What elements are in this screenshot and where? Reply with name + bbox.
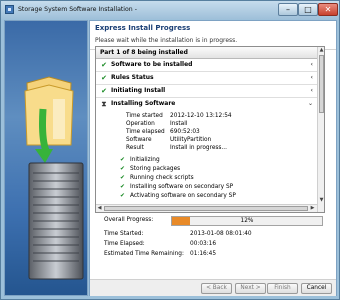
detail-time-elapsed: Time elapsed 690:52:03 bbox=[126, 129, 200, 135]
minimize-button[interactable]: – bbox=[278, 3, 298, 16]
detail-software: Software UtilityPartition bbox=[126, 137, 211, 143]
wizard-side-banner bbox=[4, 20, 88, 296]
vertical-scrollbar[interactable]: ▲ ▼ bbox=[317, 47, 324, 212]
time-started-label: Time Started: bbox=[104, 231, 144, 237]
wizard-footer: < Back Next > Finish Cancel bbox=[90, 279, 336, 296]
task-label: Running check scripts bbox=[130, 175, 194, 181]
check-icon: ✔ bbox=[120, 193, 125, 199]
wizard-content: Express Install Progress Please wait whi… bbox=[89, 20, 337, 296]
scroll-up-icon[interactable]: ▲ bbox=[318, 47, 324, 54]
detail-value: UtilityPartition bbox=[170, 137, 212, 143]
page-title: Express Install Progress bbox=[95, 24, 191, 32]
finish-button[interactable]: Finish bbox=[267, 283, 298, 294]
title-bar: Storage System Software Installation - –… bbox=[1, 1, 339, 19]
detail-operation: Operation Install bbox=[126, 121, 187, 127]
chevron-icon[interactable]: ‹ bbox=[311, 85, 313, 97]
scroll-right-icon[interactable]: ▶ bbox=[309, 205, 316, 212]
check-icon: ✔ bbox=[101, 61, 107, 69]
chevron-icon[interactable]: ⌄ bbox=[308, 98, 313, 110]
window-title: Storage System Software Installation - bbox=[18, 6, 137, 13]
cancel-button[interactable]: Cancel bbox=[301, 283, 332, 294]
task-storing-packages: ✔ Storing packages bbox=[120, 166, 180, 172]
check-icon: ✔ bbox=[101, 87, 107, 95]
check-icon: ✔ bbox=[120, 175, 125, 181]
detail-key: Time elapsed bbox=[126, 129, 165, 135]
check-icon: ✔ bbox=[120, 184, 125, 190]
page-subtitle: Please wait while the installation is in… bbox=[95, 37, 238, 44]
chevron-icon[interactable]: ‹ bbox=[311, 72, 313, 84]
step-software-to-be-installed[interactable]: ✔ Software to be installed ‹ bbox=[96, 59, 317, 71]
detail-key: Operation bbox=[126, 121, 155, 127]
detail-value: Install in progress... bbox=[170, 145, 227, 151]
hourglass-icon: ⧗ bbox=[101, 100, 107, 108]
task-label: Storing packages bbox=[130, 166, 181, 172]
step-label: Rules Status bbox=[111, 74, 154, 81]
detail-value: 2012-12-10 13:12:54 bbox=[170, 113, 232, 119]
horizontal-scrollbar[interactable]: ◀ ▶ bbox=[96, 204, 317, 212]
vertical-scroll-thumb[interactable] bbox=[319, 55, 324, 113]
close-button[interactable]: ✕ bbox=[318, 3, 338, 16]
step-label: Initiating Install bbox=[111, 87, 166, 94]
time-remaining-value: 01:16:45 bbox=[190, 251, 217, 257]
app-icon bbox=[5, 5, 14, 14]
task-running-check-scripts: ✔ Running check scripts bbox=[120, 175, 194, 181]
detail-value: 690:52:03 bbox=[170, 129, 200, 135]
installer-window: Storage System Software Installation - –… bbox=[0, 0, 340, 300]
step-initiating-install[interactable]: ✔ Initiating Install ‹ bbox=[96, 85, 317, 97]
task-installing-secondary-sp: ✔ Installing software on secondary SP bbox=[120, 184, 233, 190]
install-steps-panel[interactable]: Part 1 of 8 being installed ✔ Software t… bbox=[95, 46, 325, 213]
detail-result: Result Install in progress... bbox=[126, 145, 227, 151]
task-label: Installing software on secondary SP bbox=[130, 184, 234, 190]
task-label: Initializing bbox=[130, 157, 160, 163]
detail-key: Result bbox=[126, 145, 144, 151]
step-label: Software to be installed bbox=[111, 61, 193, 68]
install-illustration bbox=[24, 76, 84, 280]
step-installing-software[interactable]: ⧗ Installing Software ⌄ bbox=[96, 98, 317, 110]
check-icon: ✔ bbox=[120, 157, 125, 163]
detail-key: Software bbox=[126, 137, 152, 143]
scroll-left-icon[interactable]: ◀ bbox=[96, 205, 103, 212]
scroll-down-icon[interactable]: ▼ bbox=[318, 197, 324, 204]
check-icon: ✔ bbox=[120, 166, 125, 172]
detail-value: Install bbox=[170, 121, 188, 127]
time-started-value: 2013-01-08 08:01:40 bbox=[190, 231, 252, 237]
task-activating-secondary-sp: ✔ Activating software on secondary SP bbox=[120, 193, 236, 199]
time-elapsed-value: 00:03:16 bbox=[190, 241, 217, 247]
next-button[interactable]: Next > bbox=[235, 283, 266, 294]
detail-time-started: Time started 2012-12-10 13:12:54 bbox=[126, 113, 232, 119]
step-label: Installing Software bbox=[111, 100, 176, 107]
check-icon: ✔ bbox=[101, 74, 107, 82]
part-heading: Part 1 of 8 being installed bbox=[96, 47, 317, 59]
horizontal-scroll-thumb[interactable] bbox=[104, 206, 308, 211]
step-rules-status[interactable]: ✔ Rules Status ‹ bbox=[96, 72, 317, 84]
task-initializing: ✔ Initializing bbox=[120, 157, 160, 163]
overall-progress-label: Overall Progress: bbox=[104, 217, 154, 223]
overall-progress-section: Overall Progress: 12% Time Started: 2013… bbox=[104, 216, 334, 288]
back-button[interactable]: < Back bbox=[201, 283, 232, 294]
detail-key: Time started bbox=[126, 113, 163, 119]
time-remaining-label: Estimated Time Remaining: bbox=[104, 251, 184, 257]
chevron-icon[interactable]: ‹ bbox=[311, 59, 313, 71]
task-label: Activating software on secondary SP bbox=[130, 193, 236, 199]
progress-percent: 12% bbox=[240, 218, 254, 224]
overall-progress-bar: 12% bbox=[171, 216, 323, 226]
maximize-button[interactable]: □ bbox=[298, 3, 318, 16]
time-elapsed-label: Time Elapsed: bbox=[104, 241, 145, 247]
